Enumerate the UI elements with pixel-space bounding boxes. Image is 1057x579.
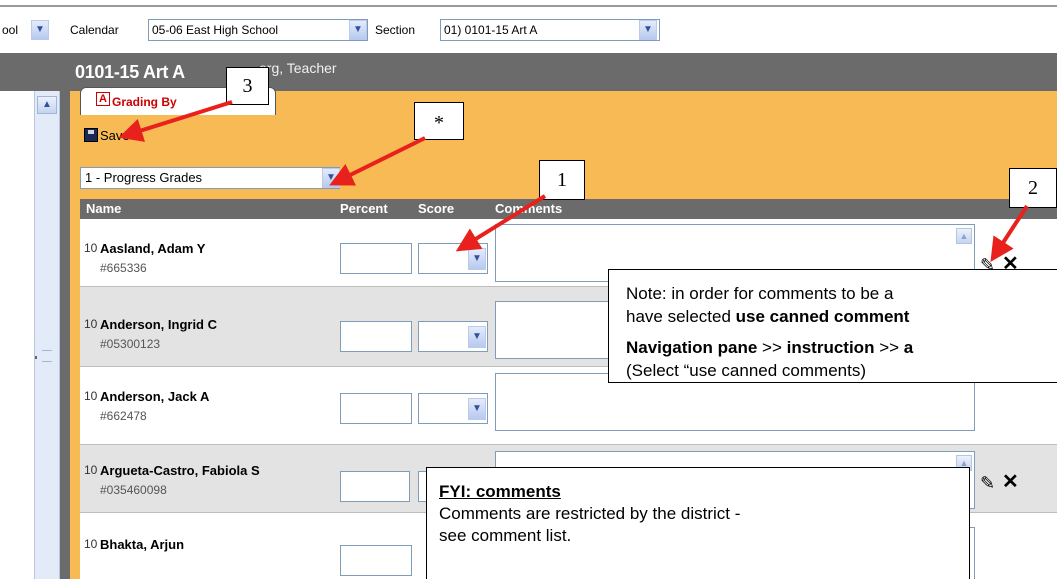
student-id: #035460098 <box>100 483 167 497</box>
note-nav-pane: Navigation pane <box>626 338 758 357</box>
column-score: Score <box>418 201 455 216</box>
note-line-4: (Select “use canned comments) <box>626 361 866 380</box>
canned-comments-note: Note: in order for comments to be a have… <box>608 269 1057 383</box>
tab-label: Grading By <box>112 95 177 109</box>
column-comments: Comments <box>495 201 563 216</box>
note-line-2-text: have selected <box>626 307 736 326</box>
note-line-2: have selected use canned comment <box>626 306 1057 328</box>
section-label: Section <box>375 23 416 37</box>
student-grade: 10 <box>84 389 98 403</box>
fyi-line-1: Comments are restricted by the district … <box>439 504 741 523</box>
callout-2: 2 <box>1009 168 1057 208</box>
navigation-scrollbar[interactable] <box>34 91 60 579</box>
column-name: Name <box>86 201 122 216</box>
calendar-select[interactable]: 05-06 East High School <box>148 19 368 41</box>
note-sep-1: >> <box>757 338 787 357</box>
student-name: Anderson, Jack A <box>100 389 210 404</box>
calendar-dropdown-arrow[interactable]: ▼ <box>349 20 367 40</box>
score-dropdown-arrow[interactable]: ▼ <box>468 326 486 348</box>
delete-comment-icon[interactable]: ✕ <box>1002 469 1019 494</box>
grading-tab-icon: A <box>96 92 110 106</box>
collapsed-nav-marker <box>35 356 37 359</box>
scroll-up-button[interactable]: ▲ <box>37 96 57 114</box>
note-line-2-bold: use canned comment <box>735 307 910 326</box>
student-id: #665336 <box>100 261 147 275</box>
student-grade: 10 <box>84 537 98 551</box>
student-id: #05300123 <box>100 337 161 351</box>
percent-input[interactable] <box>340 243 412 274</box>
student-id: #662478 <box>100 409 147 423</box>
panel-border-strip <box>60 91 70 579</box>
callout-3: 3 <box>226 67 269 105</box>
student-name: Argueta-Castro, Fabiola S <box>100 463 260 478</box>
section-dropdown-arrow[interactable]: ▼ <box>639 20 657 40</box>
top-divider <box>0 5 1057 7</box>
save-label: Save <box>100 127 130 143</box>
save-button[interactable]: Save <box>84 126 130 144</box>
percent-input[interactable] <box>340 393 412 424</box>
grading-task-select[interactable]: 1 - Progress Grades <box>80 167 340 189</box>
score-select[interactable]: ▼ <box>418 393 488 424</box>
student-name: Bhakta, Arjun <box>100 537 185 552</box>
score-dropdown-arrow[interactable]: ▼ <box>468 248 486 270</box>
school-dropdown-arrow[interactable]: ▼ <box>31 20 49 40</box>
section-select[interactable]: 01) 0101-15 Art A <box>440 19 660 41</box>
course-title: 0101-15 Art A <box>75 62 185 82</box>
note-line-3: Navigation pane >> instruction >> a <box>626 337 1057 359</box>
fyi-line-2: see comment list. <box>439 526 572 545</box>
student-name: Aasland, Adam Y <box>100 241 206 256</box>
fyi-title: FYI: comments <box>439 482 561 501</box>
percent-input[interactable] <box>340 545 412 576</box>
grading-task-dropdown-arrow[interactable]: ▼ <box>322 168 340 188</box>
score-select[interactable]: ▼ <box>418 321 488 352</box>
percent-input[interactable] <box>340 321 412 352</box>
column-percent: Percent <box>340 201 388 216</box>
grid-column-header: Name Percent Score Comments <box>80 199 1057 219</box>
note-line-1: Note: in order for comments to be a <box>626 284 894 303</box>
teacher-name: erg, Teacher <box>259 60 337 76</box>
score-dropdown-arrow[interactable]: ▼ <box>468 398 486 420</box>
fyi-comments-note: FYI: comments Comments are restricted by… <box>426 467 970 579</box>
scroll-grip[interactable] <box>42 350 52 362</box>
student-grade: 10 <box>84 241 98 255</box>
note-sep-2: >> <box>874 338 904 357</box>
note-instruction: instruction <box>786 338 875 357</box>
save-disk-icon <box>84 128 98 142</box>
comment-scroll-up[interactable]: ▲ <box>956 228 972 244</box>
left-pane <box>0 91 34 579</box>
school-selector-text: ool <box>2 23 19 37</box>
callout-star: * <box>414 102 464 140</box>
edit-comment-icon[interactable]: ✎ <box>980 473 995 494</box>
student-grade: 10 <box>84 463 98 477</box>
student-name: Anderson, Ingrid C <box>100 317 217 332</box>
percent-input[interactable] <box>340 471 410 502</box>
score-select[interactable]: ▼ <box>418 243 488 274</box>
callout-1: 1 <box>539 160 585 200</box>
note-tail: a <box>903 338 914 357</box>
calendar-label: Calendar <box>70 23 119 37</box>
student-grade: 10 <box>84 317 98 331</box>
